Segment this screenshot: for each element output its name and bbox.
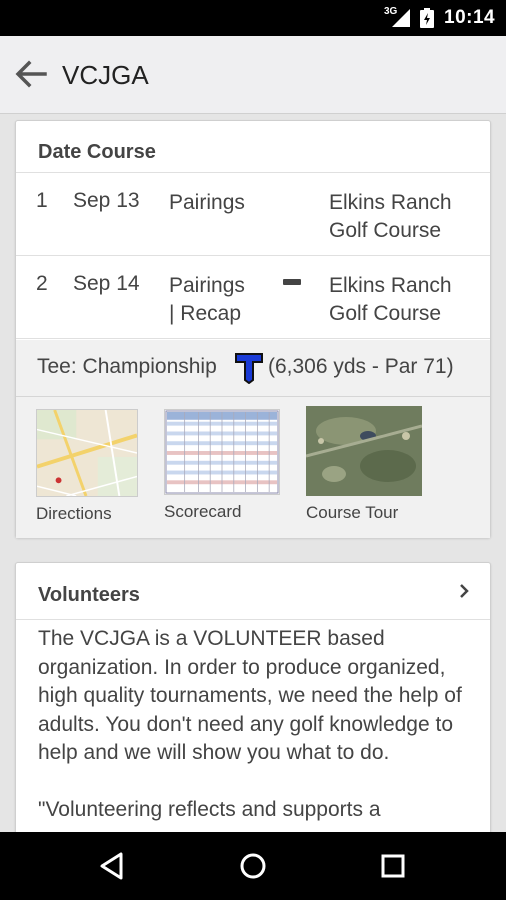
tee-label: Tee: Championship bbox=[37, 355, 217, 378]
volunteers-text: The VCJGA is a VOLUNTEER based organizat… bbox=[38, 627, 462, 764]
schedule-header: Date Course bbox=[16, 121, 490, 173]
aerial-thumbnail bbox=[305, 406, 423, 496]
app-bar: VCJGA bbox=[0, 36, 506, 114]
schedule-row: 1 Sep 13 Pairings Elkins Ranch Golf Cour… bbox=[16, 173, 490, 256]
scorecard-thumbnail bbox=[164, 409, 280, 495]
nav-home-icon[interactable] bbox=[237, 850, 269, 882]
resource-tiles: Directions Scorecard Course Tour bbox=[16, 397, 490, 538]
course-name-line: Golf Course bbox=[329, 219, 442, 242]
back-arrow-icon[interactable] bbox=[13, 58, 49, 90]
schedule-card: Date Course 1 Sep 13 Pairings Elkins Ran… bbox=[15, 120, 491, 538]
course-name-line: Elkins Ranch bbox=[329, 274, 452, 297]
tee-info-row: Tee: Championship (6,306 yds - Par 71) bbox=[16, 340, 490, 397]
system-nav-bar bbox=[0, 832, 506, 900]
tee-details: (6,306 yds - Par 71) bbox=[268, 355, 454, 378]
schedule-header-label: Date Course bbox=[38, 141, 156, 163]
nav-recents-icon[interactable] bbox=[377, 850, 409, 882]
tee-marker-icon bbox=[235, 353, 263, 384]
status-bar: 3G 10:14 bbox=[0, 0, 506, 36]
volunteers-body: The VCJGA is a VOLUNTEER based organizat… bbox=[38, 625, 478, 824]
course-name[interactable]: Elkins Ranch Golf Course bbox=[329, 189, 452, 245]
round-date: Sep 14 bbox=[73, 272, 140, 295]
round-date: Sep 13 bbox=[73, 189, 140, 212]
round-number: 2 bbox=[36, 272, 48, 295]
nav-back-icon[interactable] bbox=[97, 850, 129, 882]
course-name-line: Elkins Ranch bbox=[329, 191, 452, 214]
page-title: VCJGA bbox=[62, 60, 149, 90]
course-name-line: Golf Course bbox=[329, 302, 442, 325]
volunteers-card: Volunteers The VCJGA is a VOLUNTEER base… bbox=[15, 562, 491, 862]
volunteers-title: Volunteers bbox=[38, 584, 140, 606]
round-links: Pairings | Recap bbox=[169, 272, 245, 328]
course-tour-caption: Course Tour bbox=[306, 503, 399, 522]
volunteers-header[interactable]: Volunteers bbox=[16, 563, 490, 620]
signal-icon bbox=[392, 9, 410, 27]
recap-link[interactable]: | Recap bbox=[169, 300, 245, 328]
pairings-link[interactable]: Pairings bbox=[169, 189, 245, 217]
directions-caption: Directions bbox=[36, 504, 112, 523]
chevron-right-icon bbox=[460, 584, 469, 598]
scorecard-tile[interactable]: Scorecard bbox=[164, 409, 280, 522]
map-thumbnail bbox=[36, 409, 138, 497]
course-tour-tile[interactable]: Course Tour bbox=[305, 406, 423, 523]
scorecard-caption: Scorecard bbox=[164, 502, 242, 521]
round-number: 1 bbox=[36, 189, 48, 212]
pairings-link[interactable]: Pairings bbox=[169, 272, 245, 300]
schedule-row: 2 Sep 14 Pairings | Recap Elkins Ranch G… bbox=[16, 256, 490, 339]
course-name[interactable]: Elkins Ranch Golf Course bbox=[329, 272, 452, 328]
directions-tile[interactable]: Directions bbox=[36, 409, 138, 524]
battery-icon bbox=[420, 8, 434, 28]
minus-icon[interactable] bbox=[283, 279, 301, 285]
volunteers-quote: "Volunteering reflects and supports a bbox=[38, 797, 381, 821]
clock: 10:14 bbox=[444, 7, 496, 28]
